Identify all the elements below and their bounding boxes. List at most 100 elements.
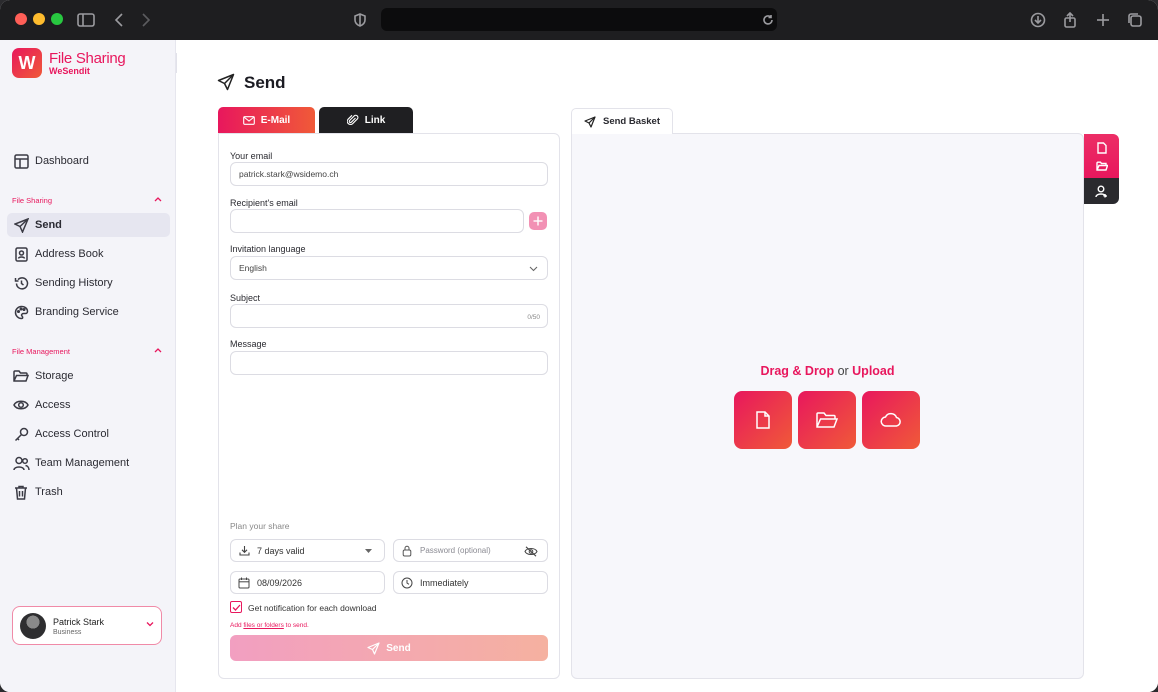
shield-icon[interactable] xyxy=(349,9,371,31)
address-bar[interactable] xyxy=(381,8,777,31)
reload-icon[interactable] xyxy=(757,9,779,31)
palette-icon xyxy=(7,305,35,320)
checkmark-icon xyxy=(232,604,240,611)
invitation-language-label: Invitation language xyxy=(230,244,306,254)
time-value: Immediately xyxy=(420,577,469,588)
sidebar-item-sending-history[interactable]: Sending History xyxy=(7,271,170,295)
folder-open-icon[interactable] xyxy=(1095,161,1108,171)
back-icon[interactable] xyxy=(108,9,130,31)
maximize-window-button[interactable] xyxy=(51,13,63,25)
message-field[interactable] xyxy=(230,351,548,375)
sidebar-item-team-management[interactable]: Team Management xyxy=(7,451,170,475)
clock-icon xyxy=(394,577,420,589)
sidebar-item-address-book[interactable]: Address Book xyxy=(7,242,170,266)
tab-link[interactable]: Link xyxy=(319,107,413,133)
trash-icon xyxy=(7,485,35,500)
chevron-down-icon xyxy=(529,266,538,272)
user-menu[interactable]: Patrick Stark Business xyxy=(12,606,162,645)
section-header-file-management[interactable]: File Management xyxy=(12,347,162,356)
team-icon xyxy=(7,456,35,471)
brand-title: File Sharing xyxy=(49,50,126,67)
validity-value: 7 days valid xyxy=(257,545,305,556)
lock-icon xyxy=(394,545,420,557)
password-placeholder: Password (optional) xyxy=(420,546,491,555)
logo-mark[interactable]: W xyxy=(12,48,42,78)
send-button[interactable]: Send xyxy=(230,635,548,661)
sidebar-item-dashboard[interactable]: Dashboard xyxy=(7,149,170,173)
notification-checkbox[interactable] xyxy=(230,601,242,613)
upload-folder-button[interactable] xyxy=(798,391,856,449)
browser-window: W File Sharing WeSendit Dashboard File S… xyxy=(0,0,1158,692)
sidebar-item-access[interactable]: Access xyxy=(7,393,170,417)
section-header-file-sharing[interactable]: File Sharing xyxy=(12,196,162,205)
send-icon xyxy=(367,641,380,655)
forward-icon[interactable] xyxy=(135,9,157,31)
caret-down-icon xyxy=(365,549,372,553)
selected-language: English xyxy=(239,263,267,273)
sidebar-item-label: Team Management xyxy=(35,457,130,469)
hint-suffix: to send. xyxy=(283,622,309,629)
upload-link[interactable]: Upload xyxy=(852,364,894,378)
tab-label: Send Basket xyxy=(602,116,661,127)
file-icon[interactable] xyxy=(1096,141,1107,154)
sidebar-item-trash[interactable]: Trash xyxy=(7,480,170,504)
tab-label: Link xyxy=(364,114,386,126)
tab-send-basket[interactable]: Send Basket xyxy=(571,108,673,134)
subject-label: Subject xyxy=(230,293,261,303)
date-picker[interactable]: 08/09/2026 xyxy=(230,571,385,594)
sidebar-item-storage[interactable]: Storage xyxy=(7,364,170,388)
or-text: or xyxy=(834,364,853,378)
eye-off-icon[interactable] xyxy=(524,546,538,557)
your-email-field[interactable]: patrick.stark@wsidemo.ch xyxy=(230,162,548,186)
cloud-icon xyxy=(880,412,901,427)
dashboard-icon xyxy=(7,153,35,169)
user-icon xyxy=(1095,185,1107,197)
user-plan: Business xyxy=(53,629,82,636)
user-name: Patrick Stark xyxy=(53,617,105,627)
paperclip-icon xyxy=(346,114,359,126)
add-recipient-button[interactable] xyxy=(529,212,547,230)
send-icon xyxy=(217,73,235,91)
share-icon[interactable] xyxy=(1059,9,1081,31)
add-files-hint: Add files or folders to send. xyxy=(230,622,309,629)
chevron-down-icon xyxy=(146,622,154,627)
chevron-up-icon xyxy=(154,197,162,202)
download-icon[interactable] xyxy=(1027,9,1049,31)
page-title: Send xyxy=(244,73,286,92)
drag-drop-text: Drag & Drop xyxy=(760,364,835,378)
eye-icon xyxy=(7,399,35,411)
upload-cloud-button[interactable] xyxy=(862,391,920,449)
close-window-button[interactable] xyxy=(15,13,27,25)
sidebar-item-label: Storage xyxy=(35,370,74,382)
upload-file-button[interactable] xyxy=(734,391,792,449)
sidebar-item-label: Access xyxy=(35,399,71,411)
files-or-folders-link[interactable]: files or folders xyxy=(243,622,283,629)
password-field[interactable]: Password (optional) xyxy=(393,539,548,562)
time-select[interactable]: Immediately xyxy=(393,571,548,594)
new-tab-icon[interactable] xyxy=(1092,9,1114,31)
sidebar-item-label: Address Book xyxy=(35,248,104,260)
invitation-language-select[interactable]: English xyxy=(230,256,548,280)
sidebar-toggle-icon[interactable] xyxy=(75,9,97,31)
drag-drop-prompt: Drag & Drop or Upload xyxy=(571,364,1084,378)
file-icon xyxy=(756,411,770,429)
chevron-up-icon xyxy=(154,348,162,353)
recipient-email-label: Recipient's email xyxy=(230,198,298,208)
minimize-window-button[interactable] xyxy=(33,13,45,25)
add-items-group xyxy=(1084,134,1119,178)
notification-label: Get notification for each download xyxy=(248,603,377,613)
brand-subtitle: WeSendit xyxy=(49,66,90,76)
validity-select[interactable]: 7 days valid xyxy=(230,539,385,562)
tab-label: E-Mail xyxy=(260,114,291,126)
tab-overview-icon[interactable] xyxy=(1124,9,1146,31)
sidebar-item-branding-service[interactable]: Branding Service xyxy=(7,300,170,324)
add-contact-button[interactable] xyxy=(1084,178,1119,204)
basket-side-toolbar xyxy=(1084,134,1119,204)
mail-icon xyxy=(242,115,255,125)
date-value: 08/09/2026 xyxy=(257,577,303,588)
tab-email[interactable]: E-Mail xyxy=(218,107,315,133)
subject-field[interactable]: 0/50 xyxy=(230,304,548,328)
sidebar-item-send[interactable]: Send xyxy=(7,213,170,237)
recipient-email-field[interactable] xyxy=(230,209,524,233)
sidebar-item-access-control[interactable]: Access Control xyxy=(7,422,170,446)
